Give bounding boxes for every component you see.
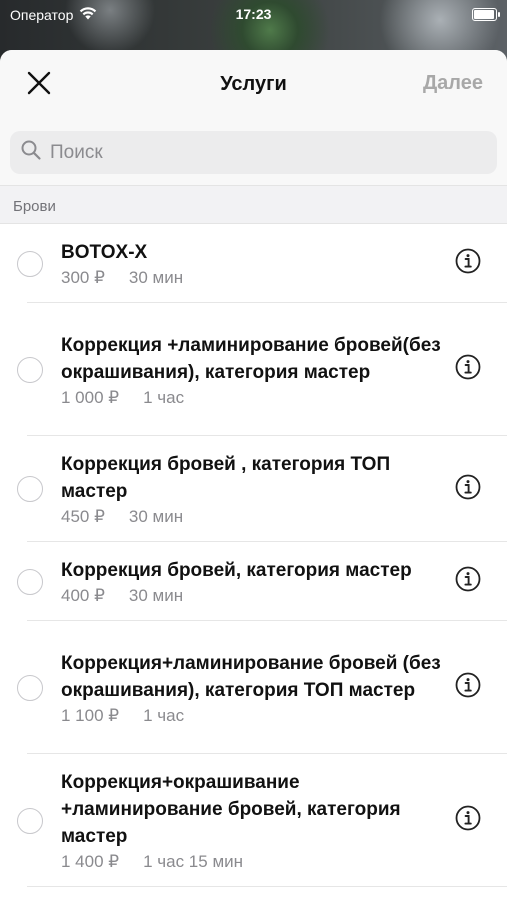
service-row[interactable]: Коррекция бровей, категория мастер 400 ₽ 3… <box>0 542 507 621</box>
battery-icon <box>472 8 500 21</box>
battery-fill <box>474 10 494 19</box>
radio-button[interactable] <box>17 674 43 701</box>
info-button[interactable] <box>455 672 481 703</box>
service-duration: 1 час 15 мин <box>143 852 244 871</box>
service-price: 1 100 ₽ <box>61 705 120 725</box>
service-content: Коррекция+окрашивание +ламинирование бро… <box>61 769 446 872</box>
service-content: Коррекция+ламинирование бровей (без окра… <box>61 650 446 726</box>
service-content: Коррекция +ламинирование бровей(без окра… <box>61 332 446 408</box>
services-sheet: Услуги Далее Брови BOTOX-X300 ₽30 минКор… <box>0 50 507 900</box>
service-duration: 30 мин <box>128 507 184 526</box>
service-name: BOTOX-X <box>61 242 148 263</box>
service-price: 1 000 ₽ <box>61 387 120 407</box>
radio-button[interactable] <box>17 356 43 383</box>
info-button[interactable] <box>455 474 481 505</box>
info-button[interactable] <box>455 566 481 597</box>
search-icon <box>20 139 42 166</box>
service-meta: 300 ₽ 30 мин <box>61 268 446 288</box>
service-content: Коррекция бровей, категория мастер 400 ₽ 3… <box>61 557 446 606</box>
service-meta: 450 ₽ 30 мин <box>61 507 446 527</box>
service-row[interactable]: Коррекция +ламинирование бровей(без окра… <box>0 303 507 436</box>
service-meta: 1 100 ₽ 1 час <box>61 706 446 726</box>
service-content: Коррекция бровей , категория ТОП мастер 4… <box>61 451 446 527</box>
service-name: Коррекция+окрашивание +ламинирование бро… <box>61 772 401 847</box>
service-row[interactable]: Коррекция+окрашивание +ламинирование бро… <box>0 754 507 887</box>
search-box[interactable] <box>10 131 497 174</box>
info-icon <box>455 566 481 597</box>
info-icon <box>455 354 481 385</box>
search-bar <box>0 119 507 186</box>
service-row[interactable]: Коррекция бровей , категория ТОП мастер 4… <box>0 436 507 542</box>
service-name: Коррекция бровей , категория ТОП мастер <box>61 454 391 502</box>
close-icon <box>27 71 51 100</box>
service-meta: 1 000 ₽ 1 час <box>61 388 446 408</box>
service-name: Коррекция+ламинирование бровей (без окра… <box>61 652 441 701</box>
info-button[interactable] <box>455 248 481 279</box>
service-meta: 400 ₽ 30 мин <box>61 586 446 606</box>
page-title: Услуги <box>220 73 287 95</box>
info-icon <box>455 248 481 279</box>
info-button[interactable] <box>455 354 481 385</box>
service-price: 400 ₽ <box>61 586 105 605</box>
status-bar: Оператор 17:23 <box>0 0 507 30</box>
service-meta: 1 400 ₽ 1 час 15 мин <box>61 852 446 872</box>
search-input[interactable] <box>48 140 468 165</box>
radio-button[interactable] <box>17 476 43 502</box>
radio-button[interactable] <box>17 807 43 834</box>
section-header: Брови <box>0 186 507 224</box>
info-icon <box>455 805 481 836</box>
info-icon <box>455 474 481 505</box>
service-list: BOTOX-X 300 ₽ 30 мин Коррекция +ламинирован… <box>0 224 507 887</box>
nav-bar: Услуги Далее <box>0 50 507 119</box>
radio-button[interactable] <box>17 250 43 277</box>
screen: Оператор 17:23 Услуги Далее Поиск Брови … <box>0 0 507 900</box>
service-duration: 1 час <box>143 705 185 725</box>
info-icon <box>455 672 481 703</box>
next-button[interactable]: Далее <box>423 72 483 95</box>
service-row[interactable]: BOTOX-X 300 ₽ 30 мин <box>0 224 507 303</box>
service-name: Коррекция бровей, категория мастер <box>61 560 412 581</box>
status-time: 17:23 <box>235 6 272 22</box>
service-price: 300 ₽ <box>61 268 105 287</box>
service-content: BOTOX-X 300 ₽ 30 мин <box>61 239 446 288</box>
service-duration: 30 мин <box>128 268 184 287</box>
service-row[interactable]: Коррекция+ламинирование бровей (без окра… <box>0 621 507 754</box>
service-price: 1 400 ₽ <box>61 852 120 871</box>
service-duration: 30 мин <box>128 586 184 605</box>
info-button[interactable] <box>455 805 481 836</box>
service-price: 450 ₽ <box>61 507 105 526</box>
service-duration: 1 час <box>143 387 185 407</box>
service-name: Коррекция +ламинирование бровей(без окра… <box>61 334 441 383</box>
close-button[interactable] <box>22 70 56 100</box>
radio-button[interactable] <box>17 568 43 595</box>
